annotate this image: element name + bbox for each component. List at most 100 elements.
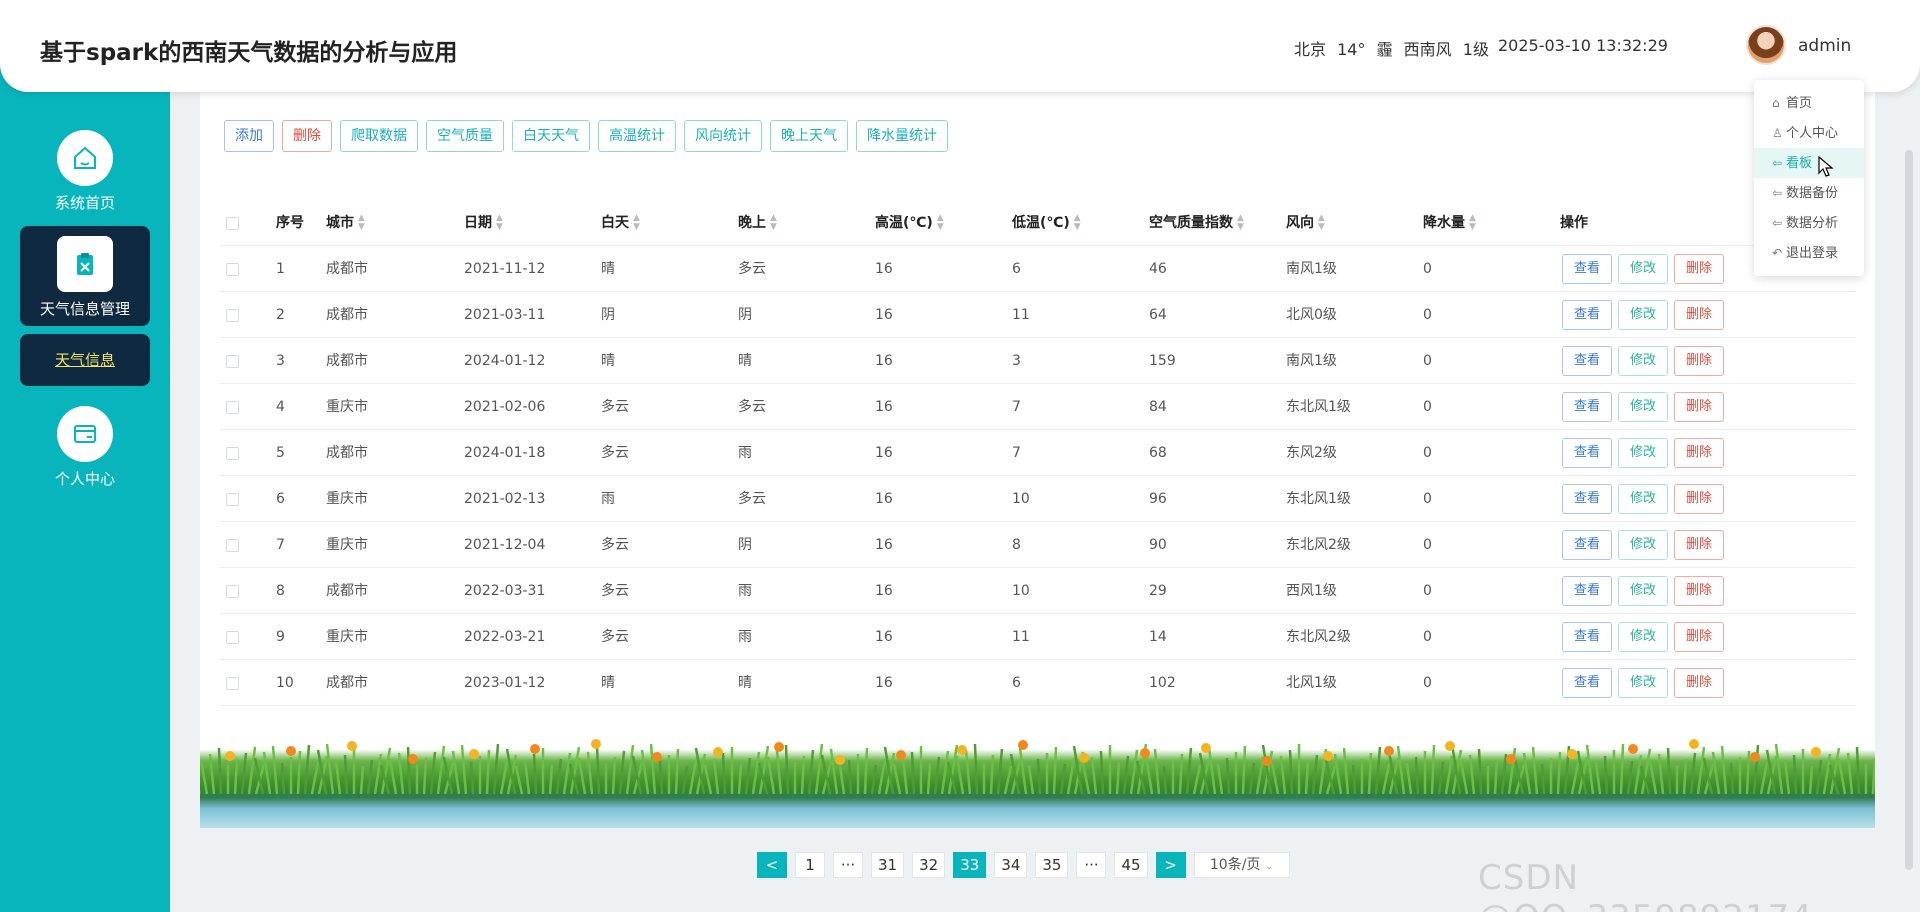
sort-icon[interactable]: ▲ ▼ bbox=[358, 214, 365, 232]
table-row: 9 重庆市 2022-03-21 多云 雨 16 11 14 东北风2级 0 查看 修改 删除 bbox=[220, 614, 1855, 660]
cell-city: 重庆市 bbox=[326, 399, 368, 415]
column-header-low[interactable]: 低温(℃) ▲ ▼ bbox=[1012, 200, 1081, 246]
column-header-day[interactable]: 白天 ▲ ▼ bbox=[601, 200, 640, 246]
air-quality-button[interactable]: 空气质量 bbox=[426, 120, 504, 152]
view-button[interactable]: 查看 bbox=[1562, 530, 1612, 560]
sort-icon[interactable]: ▲ ▼ bbox=[1237, 214, 1244, 232]
column-header-aqi[interactable]: 空气质量指数 ▲ ▼ bbox=[1149, 200, 1244, 246]
menu-item-backup[interactable]: ⇦ 数据备份 bbox=[1754, 178, 1864, 208]
column-header-high[interactable]: 高温(℃) ▲ ▼ bbox=[875, 200, 944, 246]
page-number-button[interactable]: 32 bbox=[912, 852, 946, 878]
edit-button[interactable]: 修改 bbox=[1618, 346, 1668, 376]
view-button[interactable]: 查看 bbox=[1562, 576, 1612, 606]
sidebar-item-profile[interactable]: 个人中心 bbox=[20, 406, 150, 489]
view-button[interactable]: 查看 bbox=[1562, 484, 1612, 514]
view-button[interactable]: 查看 bbox=[1562, 622, 1612, 652]
sort-icon[interactable]: ▲ ▼ bbox=[496, 214, 503, 232]
sort-icon[interactable]: ▲ ▼ bbox=[1469, 214, 1476, 232]
add-button[interactable]: 添加 bbox=[224, 120, 274, 152]
delete-button[interactable]: 删除 bbox=[1674, 530, 1724, 560]
page-number-button[interactable]: 35 bbox=[1035, 852, 1069, 878]
menu-item-logout[interactable]: ↶ 退出登录 bbox=[1754, 238, 1864, 268]
edit-button[interactable]: 修改 bbox=[1618, 254, 1668, 284]
page-ellipsis[interactable]: ··· bbox=[1076, 852, 1107, 878]
menu-item-home[interactable]: ⌂ 首页 bbox=[1754, 88, 1864, 118]
delete-button[interactable]: 删除 bbox=[1674, 576, 1724, 606]
row-actions: 查看 修改 删除 bbox=[1562, 438, 1724, 468]
delete-button[interactable]: 删除 bbox=[1674, 622, 1724, 652]
row-checkbox[interactable] bbox=[226, 355, 239, 368]
row-checkbox[interactable] bbox=[226, 401, 239, 414]
cell-city: 重庆市 bbox=[326, 629, 368, 645]
row-checkbox[interactable] bbox=[226, 631, 239, 644]
sidebar-subitem-weather-info[interactable]: 天气信息 bbox=[20, 334, 150, 386]
row-checkbox[interactable] bbox=[226, 309, 239, 322]
prev-page-button[interactable]: < bbox=[757, 852, 787, 878]
page-scrollbar[interactable] bbox=[1905, 150, 1913, 870]
column-header-night[interactable]: 晚上 ▲ ▼ bbox=[738, 200, 777, 246]
page-number-button[interactable]: 31 bbox=[871, 852, 905, 878]
view-button[interactable]: 查看 bbox=[1562, 668, 1612, 698]
edit-button[interactable]: 修改 bbox=[1618, 392, 1668, 422]
delete-button[interactable]: 删除 bbox=[1674, 438, 1724, 468]
edit-button[interactable]: 修改 bbox=[1618, 300, 1668, 330]
edit-button[interactable]: 修改 bbox=[1618, 484, 1668, 514]
delete-button[interactable]: 删除 bbox=[1674, 346, 1724, 376]
row-checkbox[interactable] bbox=[226, 263, 239, 276]
edit-button[interactable]: 修改 bbox=[1618, 438, 1668, 468]
view-button[interactable]: 查看 bbox=[1562, 346, 1612, 376]
wind-stats-button[interactable]: 风向统计 bbox=[684, 120, 762, 152]
cell-night-weather: 多云 bbox=[738, 491, 766, 507]
batch-delete-button[interactable]: 删除 bbox=[282, 120, 332, 152]
row-checkbox[interactable] bbox=[226, 447, 239, 460]
edit-button[interactable]: 修改 bbox=[1618, 530, 1668, 560]
menu-item-profile[interactable]: ♙ 个人中心 bbox=[1754, 118, 1864, 148]
column-header-date[interactable]: 日期 ▲ ▼ bbox=[464, 200, 503, 246]
avatar[interactable] bbox=[1746, 25, 1786, 65]
row-checkbox[interactable] bbox=[226, 677, 239, 690]
weather-city: 北京 bbox=[1294, 40, 1327, 59]
column-header-city[interactable]: 城市 ▲ ▼ bbox=[326, 200, 365, 246]
column-header-wind[interactable]: 风向 ▲ ▼ bbox=[1286, 200, 1325, 246]
delete-button[interactable]: 删除 bbox=[1674, 392, 1724, 422]
sort-icon[interactable]: ▲ ▼ bbox=[1318, 214, 1325, 232]
menu-item-analysis[interactable]: ⇦ 数据分析 bbox=[1754, 208, 1864, 238]
view-button[interactable]: 查看 bbox=[1562, 392, 1612, 422]
page-ellipsis[interactable]: ··· bbox=[833, 852, 863, 878]
delete-button[interactable]: 删除 bbox=[1674, 484, 1724, 514]
cell-low-temp: 6 bbox=[1012, 675, 1021, 691]
page-number-button[interactable]: 34 bbox=[994, 852, 1028, 878]
edit-button[interactable]: 修改 bbox=[1618, 622, 1668, 652]
column-header-rain[interactable]: 降水量 ▲ ▼ bbox=[1423, 200, 1476, 246]
row-checkbox[interactable] bbox=[226, 493, 239, 506]
username[interactable]: admin bbox=[1798, 36, 1851, 56]
row-checkbox[interactable] bbox=[226, 585, 239, 598]
night-weather-button[interactable]: 晚上天气 bbox=[770, 120, 848, 152]
page-number-button[interactable]: 45 bbox=[1114, 852, 1148, 878]
sort-icon[interactable]: ▲ ▼ bbox=[1074, 214, 1081, 232]
rain-stats-button[interactable]: 降水量统计 bbox=[856, 120, 948, 152]
page-number-button[interactable]: 1 bbox=[795, 852, 825, 878]
edit-button[interactable]: 修改 bbox=[1618, 668, 1668, 698]
sidebar-item-weather-management[interactable]: 天气信息管理 bbox=[20, 226, 150, 326]
edit-button[interactable]: 修改 bbox=[1618, 576, 1668, 606]
row-checkbox[interactable] bbox=[226, 539, 239, 552]
view-button[interactable]: 查看 bbox=[1562, 300, 1612, 330]
sort-icon[interactable]: ▲ ▼ bbox=[937, 214, 944, 232]
next-page-button[interactable]: > bbox=[1155, 852, 1186, 878]
sort-icon[interactable]: ▲ ▼ bbox=[770, 214, 777, 232]
crawl-data-button[interactable]: 爬取数据 bbox=[340, 120, 418, 152]
view-button[interactable]: 查看 bbox=[1562, 438, 1612, 468]
delete-button[interactable]: 删除 bbox=[1674, 300, 1724, 330]
select-all-checkbox[interactable] bbox=[226, 217, 239, 230]
menu-item-dashboard[interactable]: ⇦ 看板 bbox=[1754, 148, 1864, 178]
day-weather-button[interactable]: 白天天气 bbox=[512, 120, 590, 152]
high-temp-stats-button[interactable]: 高温统计 bbox=[598, 120, 676, 152]
page-number-button[interactable]: 33 bbox=[953, 852, 987, 878]
sort-icon[interactable]: ▲ ▼ bbox=[633, 214, 640, 232]
sidebar-item-home[interactable]: 系统首页 bbox=[20, 130, 150, 213]
delete-button[interactable]: 删除 bbox=[1674, 668, 1724, 698]
view-button[interactable]: 查看 bbox=[1562, 254, 1612, 284]
delete-button[interactable]: 删除 bbox=[1674, 254, 1724, 284]
page-size-select[interactable]: 10条/页 ⌄ bbox=[1193, 852, 1290, 878]
